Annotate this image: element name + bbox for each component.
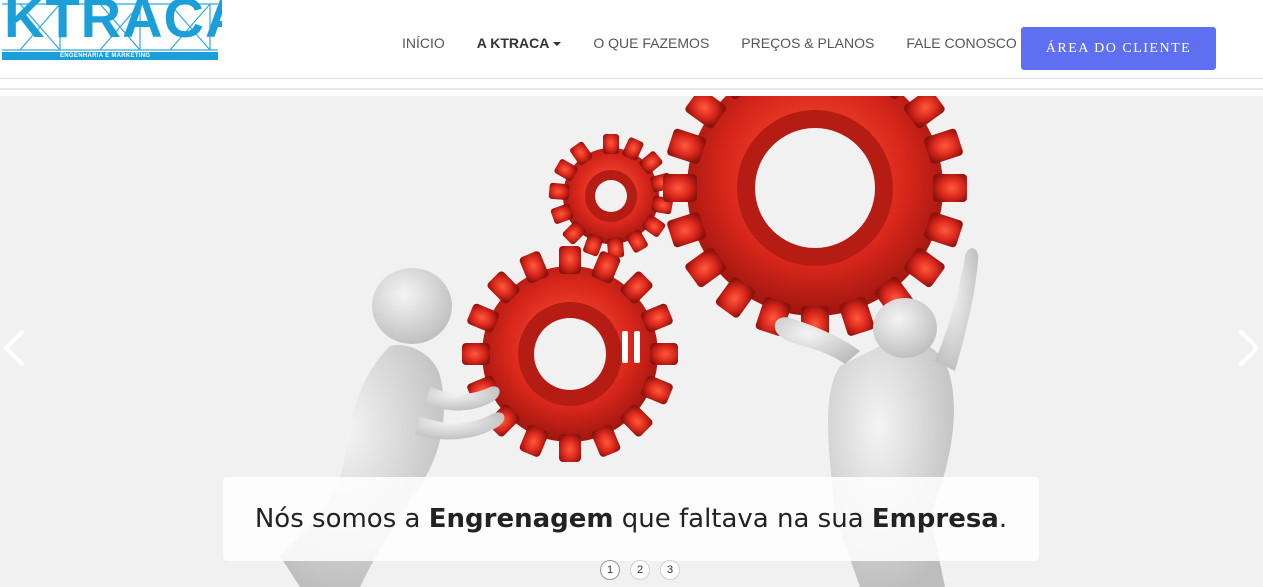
slider-page-1[interactable]: 1	[600, 560, 620, 580]
caption-highlight: Engrenagem	[428, 504, 614, 534]
slide-caption-text: Nós somos a Engrenagem que faltava na su…	[255, 504, 1007, 534]
nav-item-inicio[interactable]: INÍCIO	[386, 0, 461, 79]
caption-highlight: Empresa	[871, 504, 999, 534]
nav-item-precos-planos[interactable]: PREÇOS & PLANOS	[725, 0, 890, 79]
pause-icon[interactable]	[618, 329, 644, 365]
nav-item-label: O QUE FAZEMOS	[593, 35, 710, 51]
header-separator	[0, 88, 1263, 90]
nav-item-a-ktraca-dropdown[interactable]: A KTRACA	[461, 0, 578, 79]
nav-item-fale-conosco[interactable]: FALE CONOSCO	[890, 0, 1032, 79]
main-navigation: INÍCIO A KTRACA O QUE FAZEMOS PREÇOS & P…	[386, 0, 1033, 79]
logo-wordmark: KTRACA	[4, 0, 222, 49]
slider-page-2[interactable]: 2	[630, 560, 650, 580]
nav-item-o-que-fazemos[interactable]: O QUE FAZEMOS	[577, 0, 725, 79]
site-header: KTRACA ENGENHARIA E MARKETING INÍCIO A K…	[0, 0, 1263, 79]
site-logo[interactable]: KTRACA ENGENHARIA E MARKETING	[0, 0, 222, 62]
caption-segment: Nós somos a	[254, 504, 429, 534]
client-area-button[interactable]: ÁREA DO CLIENTE	[1021, 27, 1216, 70]
caption-segment: .	[998, 504, 1008, 534]
caption-segment: que faltava na sua	[613, 504, 872, 534]
nav-item-label: INÍCIO	[402, 35, 445, 51]
slider-page-3[interactable]: 3	[660, 560, 680, 580]
logo-subtitle: ENGENHARIA E MARKETING	[60, 53, 151, 59]
nav-item-label: FALE CONOSCO	[906, 35, 1017, 51]
slide-caption: Nós somos a Engrenagem que faltava na su…	[223, 477, 1039, 561]
chevron-left-icon[interactable]	[0, 328, 28, 368]
nav-item-label: PREÇOS & PLANOS	[741, 35, 875, 51]
nav-item-label: A KTRACA	[476, 35, 550, 51]
hero-slider: Nós somos a Engrenagem que faltava na su…	[0, 96, 1263, 587]
small-gear	[548, 134, 674, 259]
caret-down-icon	[553, 42, 562, 47]
medium-gear	[462, 246, 678, 462]
chevron-right-icon[interactable]	[1235, 328, 1263, 368]
slider-pagination: 1 2 3	[600, 560, 680, 580]
